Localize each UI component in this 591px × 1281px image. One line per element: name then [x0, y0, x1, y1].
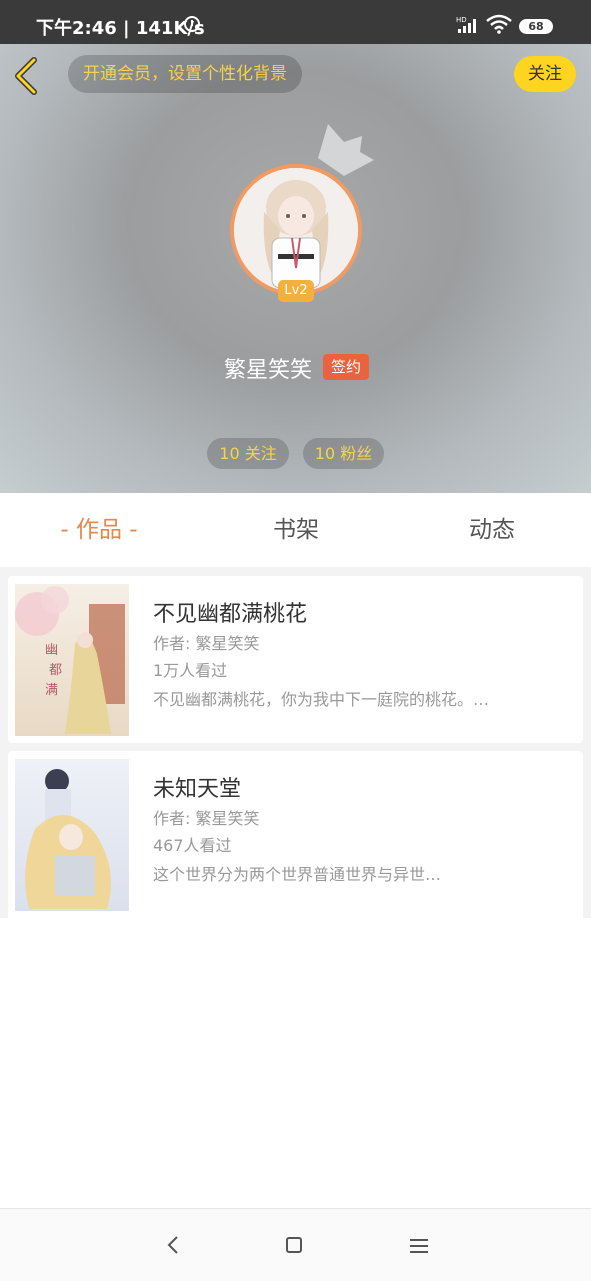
svg-text:幽: 幽 — [45, 643, 58, 658]
avatar-image — [234, 168, 358, 292]
profile-tabs: - 作品 - 书架 动态 — [0, 493, 591, 567]
vip-banner[interactable]: 开通会员，设置个性化背景 — [68, 55, 302, 93]
book-card[interactable]: 未知天堂 作者: 繁星笑笑 467人看过 这个世界分为两个世界普通世界与异世… — [8, 751, 583, 918]
book-description: 这个世界分为两个世界普通世界与异世… — [153, 865, 442, 884]
signed-badge: 签约 — [323, 354, 369, 380]
nav-home-icon[interactable] — [286, 1237, 302, 1253]
svg-text:都: 都 — [49, 663, 62, 678]
nav-menu-icon[interactable] — [409, 1237, 429, 1255]
book-title: 未知天堂 — [153, 777, 242, 802]
profile-header: 开通会员，设置个性化背景 关注 Lv2 繁星笑笑 签约 10 关注 10 粉丝 — [0, 44, 591, 493]
tab-bookshelf[interactable]: 书架 — [246, 493, 346, 567]
alarm-icon — [184, 16, 200, 32]
book-cover: 幽 都 满 — [15, 584, 129, 736]
avatar[interactable] — [230, 164, 362, 296]
book-views: 1万人看过 — [153, 661, 228, 680]
system-nav-bar — [0, 1208, 591, 1281]
signal-icon: HD — [456, 16, 476, 33]
svg-text:HD: HD — [456, 16, 467, 24]
fans-count[interactable]: 10 粉丝 — [303, 438, 384, 469]
battery-icon: 68 — [519, 19, 553, 34]
book-views: 467人看过 — [153, 836, 232, 855]
book-card[interactable]: 幽 都 满 不见幽都满桃花 作者: 繁星笑笑 1万人看过 不见幽都满桃花，你为我… — [8, 576, 583, 743]
book-cover — [15, 759, 129, 911]
nav-back-icon[interactable] — [166, 1235, 180, 1255]
book-author: 作者: 繁星笑笑 — [153, 809, 260, 828]
following-count[interactable]: 10 关注 — [207, 438, 289, 469]
wifi-icon — [486, 14, 512, 34]
book-author: 作者: 繁星笑笑 — [153, 634, 260, 653]
status-bar: 下午2:46 | 141K/s HD 68 — [0, 0, 591, 44]
works-list: 幽 都 满 不见幽都满桃花 作者: 繁星笑笑 1万人看过 不见幽都满桃花，你为我… — [0, 567, 591, 918]
tab-activity[interactable]: 动态 — [442, 493, 542, 567]
level-badge: Lv2 — [278, 280, 314, 302]
book-title: 不见幽都满桃花 — [153, 602, 308, 627]
status-time: 下午2:46 | 141K/s — [36, 18, 205, 39]
book-description: 不见幽都满桃花，你为我中下一庭院的桃花。… — [153, 690, 490, 709]
svg-text:满: 满 — [45, 683, 58, 698]
follow-button[interactable]: 关注 — [514, 56, 576, 92]
back-button[interactable] — [10, 56, 46, 96]
user-name: 繁星笑笑 — [224, 358, 313, 383]
tab-works[interactable]: - 作品 - — [40, 493, 158, 567]
